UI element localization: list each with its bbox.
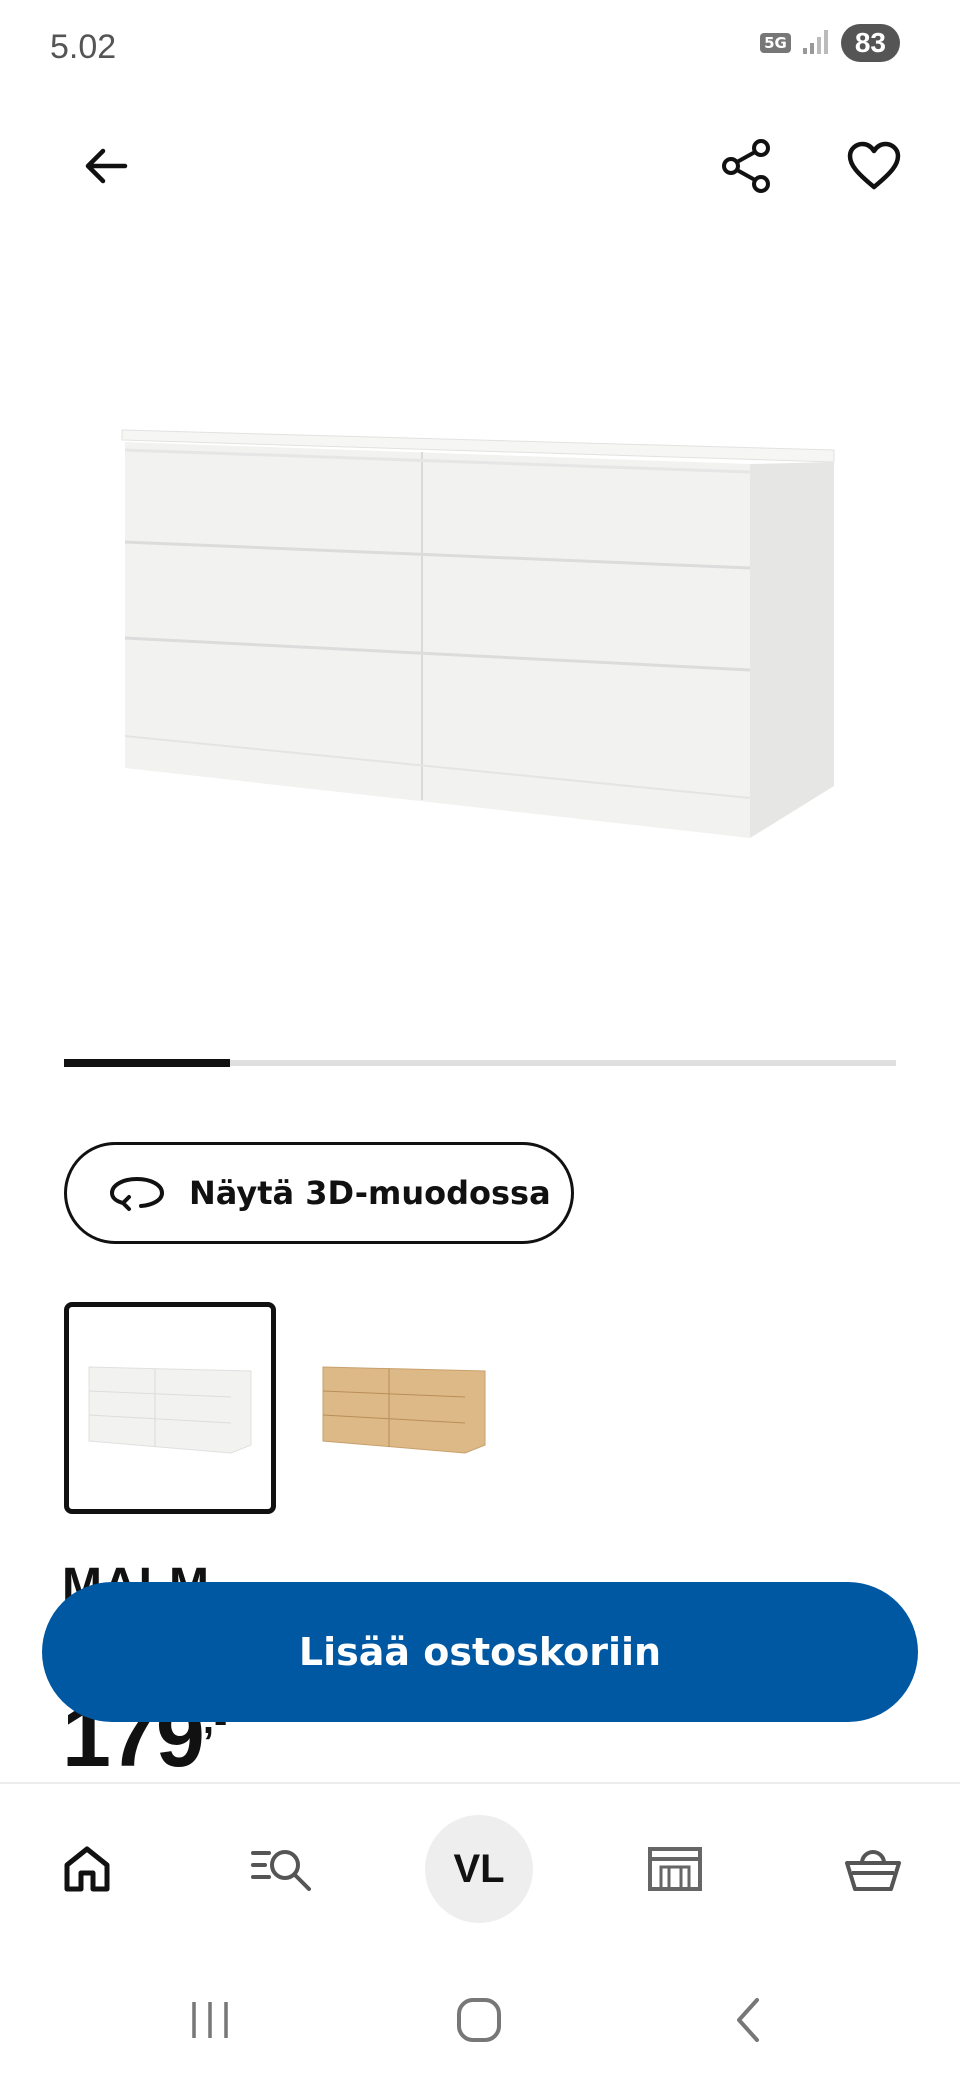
store-icon — [648, 1847, 702, 1891]
nav-account[interactable]: VL — [424, 1814, 534, 1924]
favorite-button[interactable] — [838, 130, 910, 202]
variant-oak[interactable] — [298, 1302, 510, 1514]
rotate-3d-icon — [109, 1176, 165, 1211]
variant-white[interactable] — [64, 1302, 276, 1514]
view-3d-label: Näytä 3D-muodossa — [189, 1174, 551, 1212]
view-3d-button[interactable]: Näytä 3D-muodossa — [64, 1142, 574, 1244]
home-system-button[interactable] — [434, 1980, 524, 2060]
home-icon — [64, 1846, 110, 1892]
battery-indicator: 83 — [840, 24, 900, 62]
heart-icon — [847, 141, 901, 190]
add-to-cart-button[interactable]: Lisää ostoskoriin — [42, 1582, 918, 1722]
system-nav — [0, 1960, 960, 2080]
share-icon — [722, 139, 770, 193]
status-time: 5.02 — [50, 28, 117, 66]
search-icon — [251, 1850, 311, 1891]
recent-apps-icon — [192, 2002, 228, 2038]
product-image[interactable] — [110, 400, 850, 860]
home-circle-icon — [457, 1998, 501, 2042]
signal-icon — [801, 26, 831, 60]
back-arrow-icon — [85, 148, 128, 184]
carousel-progress — [64, 1059, 230, 1067]
bottom-nav: VL — [0, 1782, 960, 1952]
back-chevron-icon — [737, 1998, 759, 2042]
nav-store[interactable] — [620, 1814, 730, 1924]
network-badge: 5G — [760, 33, 791, 53]
nav-home[interactable] — [32, 1814, 142, 1924]
basket-icon — [845, 1850, 901, 1891]
nav-search[interactable] — [228, 1814, 338, 1924]
add-to-cart-label: Lisää ostoskoriin — [298, 1630, 662, 1674]
status-icons: 5G 83 — [760, 24, 900, 62]
back-button[interactable] — [70, 130, 142, 202]
share-button[interactable] — [711, 130, 783, 202]
recent-apps-button[interactable] — [165, 1980, 255, 2060]
account-avatar: VL — [425, 1815, 533, 1923]
back-system-button[interactable] — [704, 1980, 794, 2060]
nav-basket[interactable] — [818, 1814, 928, 1924]
